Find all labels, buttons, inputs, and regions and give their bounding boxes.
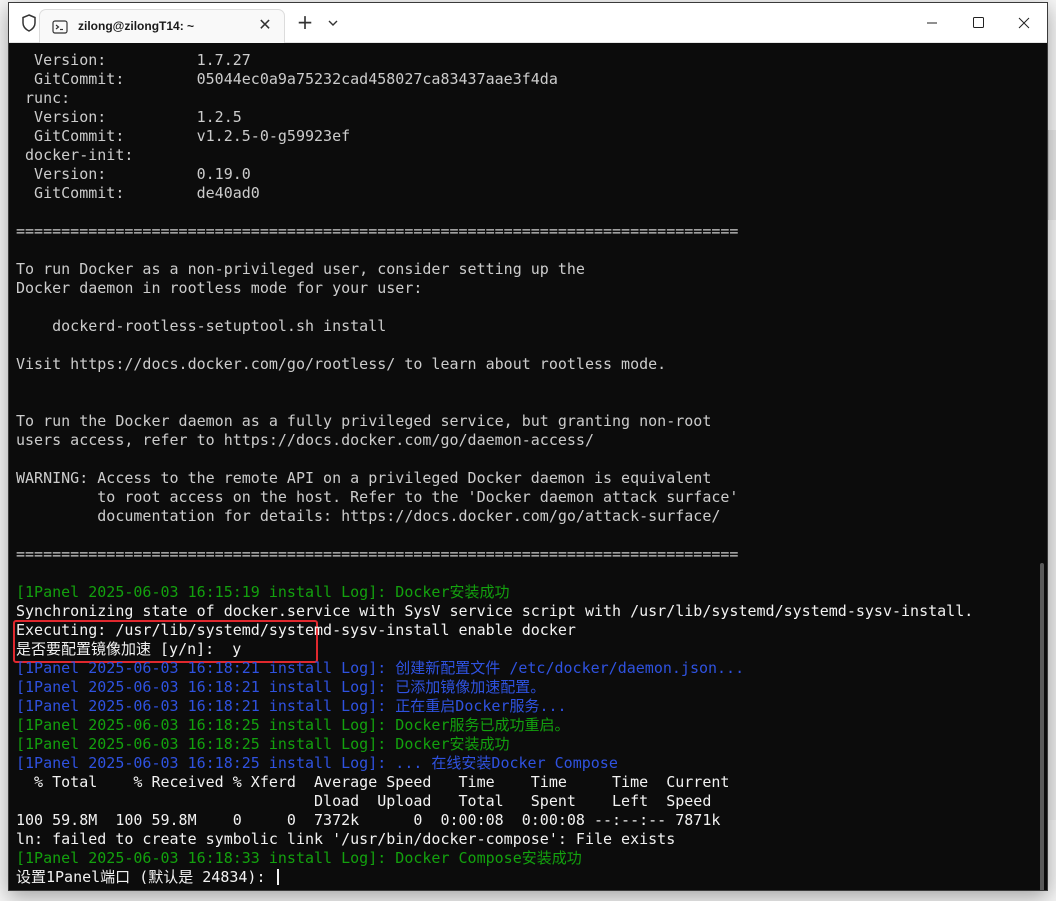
terminal-line: dockerd-rootless-setuptool.sh install — [16, 317, 387, 335]
terminal-line: ln: failed to create symbolic link '/usr… — [16, 830, 676, 848]
terminal-line: [1Panel 2025-06-03 16:18:25 install Log]… — [16, 735, 510, 753]
terminal-line: documentation for details: https://docs.… — [16, 507, 721, 525]
terminal-line: 设置1Panel端口 (默认是 24834): — [16, 868, 279, 887]
tab-title: zilong@zilongT14: ~ — [78, 19, 195, 33]
scrollbar[interactable] — [1040, 563, 1044, 890]
terminal-line: users access, refer to https://docs.dock… — [16, 431, 594, 449]
terminal-line: [1Panel 2025-06-03 16:18:21 install Log]… — [16, 678, 546, 696]
background-window-edge — [1048, 130, 1056, 220]
terminal-line: GitCommit: v1.2.5-0-g59923ef — [16, 127, 351, 145]
terminal-line: WARNING: Access to the remote API on a p… — [16, 469, 712, 487]
terminal-window: zilong@zilongT14: ~ ✕ + Version: 1.7.27 … — [8, 2, 1048, 891]
terminal-line: Dload Upload Total Spent Left Speed — [16, 792, 712, 810]
terminal-line: Executing: /usr/lib/systemd/systemd-sysv… — [16, 621, 576, 639]
terminal-line: ========================================… — [16, 545, 739, 563]
terminal-line: 100 59.8M 100 59.8M 0 0 7372k 0 0:00:08 … — [16, 811, 721, 829]
terminal-line: [1Panel 2025-06-03 16:15:19 install Log]… — [16, 583, 510, 601]
terminal-line: Version: 0.19.0 — [16, 165, 251, 183]
tab-terminal[interactable]: zilong@zilongT14: ~ ✕ — [39, 9, 285, 43]
title-bar: zilong@zilongT14: ~ ✕ + — [9, 3, 1047, 43]
close-icon[interactable] — [1001, 3, 1047, 43]
terminal-line: GitCommit: 05044ec0a9a75232cad458027ca83… — [16, 70, 558, 88]
terminal-output[interactable]: Version: 1.7.27 GitCommit: 05044ec0a9a75… — [9, 43, 1047, 890]
terminal-line: [1Panel 2025-06-03 16:18:25 install Log]… — [16, 716, 570, 734]
text-cursor — [276, 869, 279, 885]
shield-icon[interactable] — [19, 13, 39, 33]
terminal-line: Version: 1.7.27 — [16, 51, 251, 69]
terminal-line: Docker daemon in rootless mode for your … — [16, 279, 423, 297]
terminal-line: % Total % Received % Xferd Average Speed… — [16, 773, 730, 791]
new-tab-button[interactable]: + — [295, 12, 315, 33]
maximize-icon[interactable] — [955, 3, 1001, 43]
terminal-line: 是否要配置镜像加速 [y/n]: y — [16, 640, 242, 658]
terminal-line: docker-init: — [16, 146, 134, 164]
terminal-line: Visit https://docs.docker.com/go/rootles… — [16, 355, 667, 373]
terminal-line: [1Panel 2025-06-03 16:18:25 install Log]… — [16, 754, 618, 772]
terminal-line: to root access on the host. Refer to the… — [16, 488, 739, 506]
background-window-edge-lower — [1048, 300, 1056, 820]
close-tab-icon[interactable]: ✕ — [256, 16, 274, 34]
terminal-line: Synchronizing state of docker.service wi… — [16, 602, 974, 620]
chevron-down-icon[interactable] — [325, 14, 341, 32]
terminal-icon — [52, 19, 68, 34]
terminal-line: GitCommit: de40ad0 — [16, 184, 260, 202]
terminal-line: To run Docker as a non-privileged user, … — [16, 260, 585, 278]
terminal-line: [1Panel 2025-06-03 16:18:21 install Log]… — [16, 697, 567, 715]
terminal-line: runc: — [16, 89, 71, 107]
terminal-line: [1Panel 2025-06-03 16:18:21 install Log]… — [16, 659, 745, 677]
minimize-icon[interactable] — [909, 3, 955, 43]
terminal-line: [1Panel 2025-06-03 16:18:33 install Log]… — [16, 849, 582, 867]
terminal-line: Version: 1.2.5 — [16, 108, 242, 126]
terminal-line: To run the Docker daemon as a fully priv… — [16, 412, 712, 430]
terminal-line: ========================================… — [16, 222, 739, 240]
